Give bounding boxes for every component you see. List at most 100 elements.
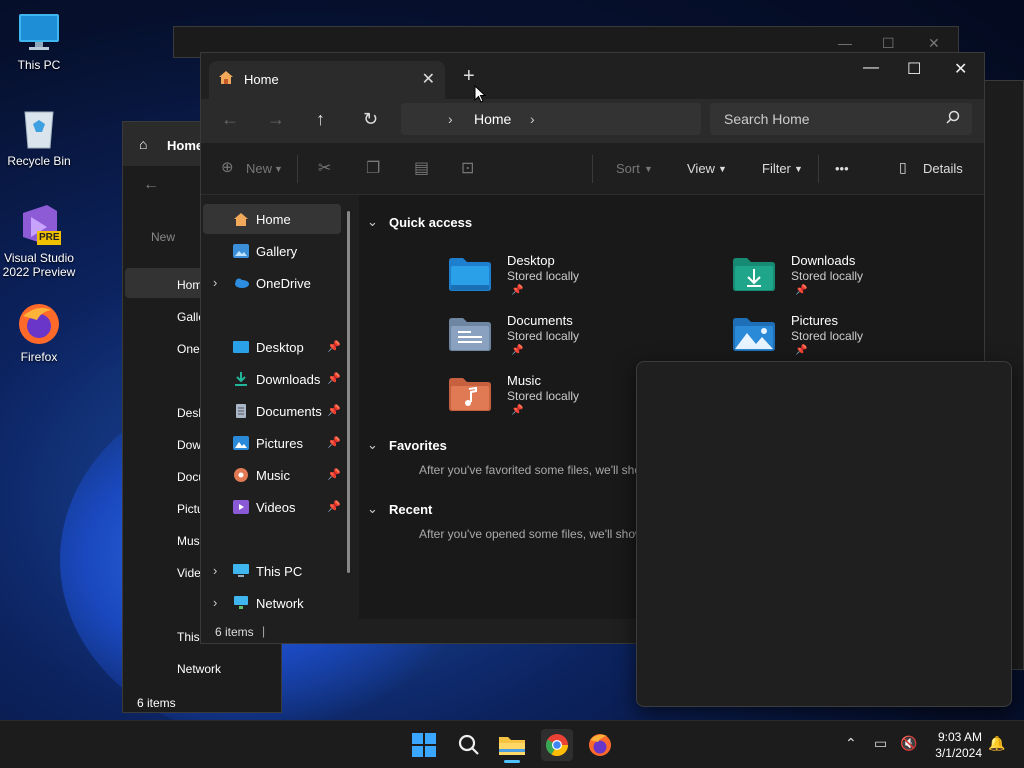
filter-button[interactable]: Filter — [762, 161, 791, 176]
sidebar-item-this-pc[interactable]: › This PC — [203, 556, 341, 586]
chevron-down-icon: ▼ — [718, 164, 727, 174]
copy-icon[interactable]: ❐ — [366, 158, 380, 178]
minimize-icon[interactable]: — — [838, 35, 852, 51]
title-bar: Home ✕ + — ☐ ✕ — [201, 53, 984, 99]
quick-access-item-pictures[interactable]: Pictures Stored locally 📌 — [733, 311, 973, 367]
minimize-icon[interactable]: — — [863, 59, 879, 77]
pin-icon: 📌 — [511, 345, 524, 356]
chevron-right-icon[interactable]: › — [213, 563, 217, 578]
desktop-icon-this-pc[interactable]: This PC — [1, 10, 77, 72]
search-box[interactable] — [710, 103, 972, 135]
home-icon — [233, 212, 249, 226]
video-icon — [233, 500, 249, 514]
file-explorer-icon[interactable] — [496, 729, 528, 763]
desktop-icon-firefox[interactable]: Firefox — [1, 302, 77, 364]
sort-button[interactable]: Sort — [616, 161, 640, 176]
tab-home[interactable]: Home ✕ — [209, 61, 445, 99]
pin-icon[interactable]: 📌 — [327, 372, 341, 385]
sidebar-item-downloads[interactable]: Downloads 📌 — [203, 364, 341, 394]
network-icon[interactable]: ▭ — [874, 735, 887, 752]
quick-access-item-documents[interactable]: Documents Stored locally 📌 — [449, 311, 689, 367]
chevron-down-icon: ▼ — [274, 164, 283, 174]
pin-icon: 📌 — [511, 405, 524, 416]
pin-icon: 📌 — [795, 345, 808, 356]
sidebar-item-pictures[interactable]: Pictures 📌 — [203, 428, 341, 458]
address-bar[interactable]: › Home › — [401, 103, 701, 135]
section-quick-access[interactable]: ⌄ Quick access — [367, 214, 472, 230]
quick-access-item-desktop[interactable]: Desktop Stored locally 📌 — [449, 251, 689, 307]
sidebar-item-gallery[interactable]: Gallery — [203, 236, 341, 266]
desktop-icon-visual-studio[interactable]: PRE Visual Studio 2022 Preview — [1, 203, 77, 279]
item-count: 6 items — [215, 625, 254, 639]
quick-access-item-downloads[interactable]: Downloads Stored locally 📌 — [733, 251, 973, 307]
section-favorites[interactable]: ⌄ Favorites — [367, 437, 447, 453]
back-new-button[interactable]: New — [151, 230, 175, 244]
music-folder-icon — [449, 377, 491, 411]
command-bar: ⊕ New ▼ ✂ ❐ ▤ ⊡ Sort ▼ View ▼ Filter ▼ •… — [201, 143, 984, 195]
download-icon — [233, 372, 249, 386]
pin-icon[interactable]: 📌 — [327, 404, 341, 417]
start-windows-icon[interactable] — [408, 729, 440, 761]
sidebar-scrollbar[interactable] — [347, 211, 350, 573]
cut-icon[interactable]: ✂ — [318, 158, 331, 178]
sidebar-item-documents[interactable]: Documents 📌 — [203, 396, 341, 426]
chevron-down-icon[interactable]: ⌄ — [367, 437, 378, 453]
forward-arrow-icon[interactable]: → — [267, 109, 285, 130]
sidebar-item-home[interactable]: Home — [203, 204, 341, 234]
clock-time: 9:03 AM — [937, 730, 982, 744]
pin-icon[interactable]: 📌 — [327, 468, 341, 481]
back-arrow-icon[interactable]: ← — [221, 109, 239, 130]
close-icon[interactable]: ✕ — [928, 35, 940, 52]
maximize-icon[interactable]: ☐ — [882, 35, 895, 52]
chevron-up-icon[interactable]: ⌃ — [845, 735, 857, 752]
paste-icon[interactable]: ▤ — [414, 158, 429, 178]
refresh-icon[interactable]: ↻ — [363, 109, 378, 130]
breadcrumb-home[interactable]: Home — [474, 111, 511, 127]
search-input[interactable] — [710, 103, 935, 135]
chevron-down-icon[interactable]: ⌄ — [367, 501, 378, 517]
pin-icon[interactable]: 📌 — [327, 436, 341, 449]
recent-hint: After you've opened some files, we'll sh… — [419, 527, 644, 541]
details-button[interactable]: Details — [923, 161, 963, 176]
back-nav-network[interactable]: Network — [177, 662, 221, 676]
chrome-icon[interactable] — [541, 729, 573, 761]
sidebar-item-desktop[interactable]: Desktop 📌 — [203, 332, 341, 362]
sidebar-item-network[interactable]: › Network — [203, 588, 341, 618]
chevron-right-icon[interactable]: › — [213, 275, 217, 290]
maximize-icon[interactable]: ☐ — [907, 59, 921, 79]
notification-bell-icon[interactable]: 🔔 — [988, 735, 1005, 752]
desktop-icon-recycle-bin[interactable]: Recycle Bin — [1, 106, 77, 168]
section-recent[interactable]: ⌄ Recent — [367, 501, 432, 517]
close-tab-icon[interactable]: ✕ — [422, 69, 435, 89]
search-icon[interactable] — [452, 729, 484, 761]
volume-muted-icon[interactable]: 🔇 — [900, 735, 917, 752]
sidebar-item-videos[interactable]: Videos 📌 — [203, 492, 341, 522]
breadcrumb-chevron-icon[interactable]: › — [448, 111, 453, 127]
new-button[interactable]: New — [246, 161, 272, 176]
blank-popup-panel[interactable] — [636, 361, 1012, 707]
rename-icon[interactable]: ⊡ — [461, 158, 474, 178]
pin-icon[interactable]: 📌 — [327, 340, 341, 353]
firefox-icon[interactable] — [584, 729, 616, 761]
clock-date: 3/1/2024 — [935, 746, 982, 760]
view-button[interactable]: View — [687, 161, 715, 176]
favorites-hint: After you've favorited some files, we'll… — [419, 463, 642, 477]
back-arrow-icon[interactable]: ← — [143, 176, 159, 194]
more-options-button[interactable]: ••• — [835, 161, 849, 176]
pin-icon: 📌 — [511, 285, 524, 296]
chevron-down-icon[interactable]: ⌄ — [367, 214, 378, 230]
sidebar-item-onedrive[interactable]: › OneDrive — [203, 268, 341, 298]
clock[interactable]: 9:03 AM 3/1/2024 — [935, 729, 982, 761]
pin-icon[interactable]: 📌 — [327, 500, 341, 513]
chevron-right-icon[interactable]: › — [213, 595, 217, 610]
downloads-folder-icon — [733, 257, 775, 291]
up-arrow-icon[interactable]: ↑ — [316, 109, 325, 130]
close-icon[interactable]: ✕ — [954, 59, 967, 79]
new-tab-icon[interactable]: + — [463, 65, 475, 88]
pin-icon: 📌 — [795, 285, 808, 296]
document-icon — [233, 404, 249, 418]
breadcrumb-chevron-icon[interactable]: › — [530, 111, 535, 127]
sidebar-item-music[interactable]: Music 📌 — [203, 460, 341, 490]
back-tab-title[interactable]: Home — [167, 138, 203, 153]
search-icon[interactable] — [946, 110, 960, 129]
